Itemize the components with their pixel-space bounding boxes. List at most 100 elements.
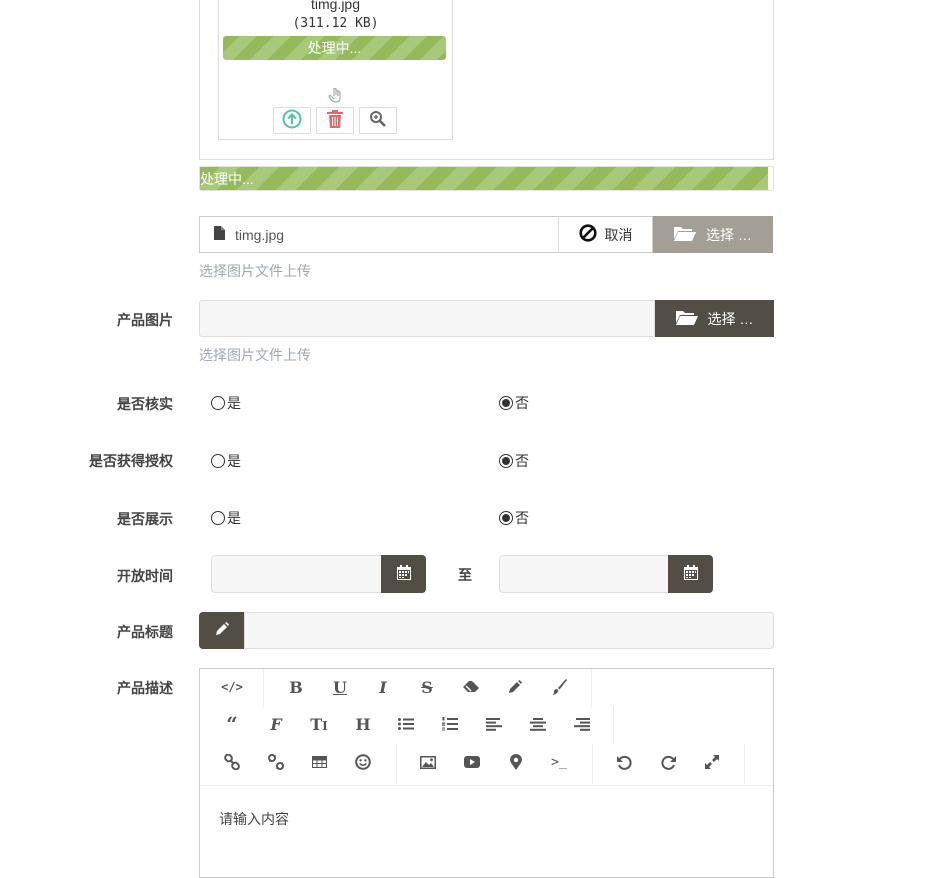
- radio-label: 否: [515, 453, 529, 469]
- ordered-list-button[interactable]: [430, 706, 470, 742]
- list-ol-icon: [442, 717, 458, 731]
- font-size-button[interactable]: TI: [299, 706, 339, 742]
- display-label: 是否展示: [117, 511, 173, 527]
- table-icon: [311, 756, 327, 768]
- pencil-button[interactable]: [495, 669, 535, 705]
- authorized-label: 是否获得授权: [89, 453, 173, 469]
- end-date-input[interactable]: [499, 555, 669, 593]
- font-size-icon: TI: [310, 714, 328, 734]
- undo-button[interactable]: [604, 744, 644, 780]
- link-icon: [224, 754, 240, 770]
- code-icon: </>: [221, 680, 243, 694]
- zoom-file-button[interactable]: [359, 107, 397, 134]
- radio-circle-checked: [499, 454, 513, 468]
- italic-button[interactable]: I: [363, 669, 403, 705]
- terminal-icon: >_: [551, 754, 567, 770]
- emoji-button[interactable]: [343, 744, 383, 780]
- strikethrough-icon: S: [421, 677, 433, 697]
- header-button[interactable]: H: [343, 706, 383, 742]
- product-image-input[interactable]: [199, 300, 655, 337]
- align-right-icon: [574, 717, 590, 731]
- start-date-input[interactable]: [211, 555, 383, 593]
- bullet-list-button[interactable]: [386, 706, 426, 742]
- strikethrough-button[interactable]: S: [407, 669, 447, 705]
- pencil-icon: [508, 680, 522, 694]
- authorized-yes-radio[interactable]: 是: [211, 451, 241, 471]
- hand-drag-icon[interactable]: [327, 86, 345, 104]
- file-caption-input[interactable]: timg.jpg: [199, 216, 559, 253]
- upload-icon: [282, 109, 302, 132]
- product-title-addon: [199, 612, 245, 649]
- calendar-icon: [683, 565, 698, 583]
- product-title-label: 产品标题: [117, 624, 173, 640]
- radio-label: 否: [515, 510, 529, 526]
- file-caption-value: timg.jpg: [235, 226, 285, 243]
- file-icon: [214, 226, 225, 243]
- emoji-icon: [355, 754, 371, 770]
- select-file-button-disabled[interactable]: 选择 …: [653, 216, 773, 253]
- fullscreen-button[interactable]: [692, 744, 732, 780]
- authorized-no-radio[interactable]: 否: [499, 451, 529, 471]
- unlink-button[interactable]: [256, 744, 296, 780]
- pencil-icon: [215, 622, 229, 639]
- upload-file-button[interactable]: [273, 107, 311, 134]
- bold-button[interactable]: B: [276, 669, 316, 705]
- verified-yes-radio[interactable]: 是: [211, 393, 241, 413]
- insert-link-button[interactable]: [212, 744, 252, 780]
- insert-map-button[interactable]: [496, 744, 536, 780]
- upload-progress-text: 处理中...: [200, 171, 254, 187]
- redo-button[interactable]: [648, 744, 688, 780]
- upload-help-text: 选择图片文件上传: [199, 263, 311, 279]
- font-family-button[interactable]: F: [256, 706, 296, 742]
- calendar-icon: [396, 565, 411, 583]
- end-date-picker-button[interactable]: [668, 555, 713, 593]
- underline-button[interactable]: U: [320, 669, 360, 705]
- insert-video-button[interactable]: [452, 744, 492, 780]
- product-image-select-button[interactable]: 选择 …: [655, 300, 774, 337]
- expand-icon: [704, 754, 720, 770]
- radio-circle-checked: [499, 511, 513, 525]
- insert-image-button[interactable]: [408, 744, 448, 780]
- editor-placeholder[interactable]: 请输入内容: [219, 809, 289, 829]
- trash-icon: [326, 109, 344, 132]
- code-block-button[interactable]: >_: [539, 744, 579, 780]
- zoom-icon: [369, 110, 387, 131]
- thumbnail-file-name: timg.jpg: [310, 0, 361, 12]
- font-icon: F: [270, 714, 282, 734]
- insert-table-button[interactable]: [299, 744, 339, 780]
- product-description-label: 产品描述: [117, 680, 173, 696]
- video-icon: [464, 756, 480, 768]
- delete-file-button[interactable]: [316, 107, 354, 134]
- header-icon: H: [355, 714, 371, 734]
- brush-icon: [551, 679, 567, 695]
- display-yes-radio[interactable]: 是: [211, 508, 241, 528]
- quote-icon: “: [226, 712, 238, 736]
- code-view-button[interactable]: </>: [212, 669, 252, 705]
- brush-button[interactable]: [539, 669, 579, 705]
- open-time-label: 开放时间: [117, 568, 173, 584]
- list-ul-icon: [398, 718, 414, 730]
- underline-icon: U: [333, 677, 347, 697]
- product-image-label: 产品图片: [117, 312, 173, 328]
- display-no-radio[interactable]: 否: [499, 508, 529, 528]
- product-image-select-label: 选择 …: [707, 310, 754, 327]
- align-left-button[interactable]: [474, 706, 514, 742]
- upload-progress-bar: 处理中...: [199, 166, 774, 191]
- clear-format-button[interactable]: [451, 669, 491, 705]
- align-right-button[interactable]: [562, 706, 602, 742]
- folder-open-icon: [675, 309, 698, 328]
- align-center-button[interactable]: [518, 706, 558, 742]
- product-image-help-text: 选择图片文件上传: [199, 347, 311, 363]
- align-center-icon: [530, 717, 546, 731]
- ban-icon: [578, 224, 597, 245]
- verified-label: 是否核实: [117, 396, 173, 412]
- verified-no-radio[interactable]: 否: [499, 393, 529, 413]
- radio-circle-checked: [499, 396, 513, 410]
- product-title-input[interactable]: [244, 612, 774, 649]
- start-date-picker-button[interactable]: [381, 555, 426, 593]
- quote-button[interactable]: “: [212, 706, 252, 742]
- radio-label: 是: [227, 510, 241, 526]
- cancel-upload-button[interactable]: 取消: [558, 216, 653, 253]
- image-icon: [420, 755, 436, 769]
- radio-circle: [211, 511, 225, 525]
